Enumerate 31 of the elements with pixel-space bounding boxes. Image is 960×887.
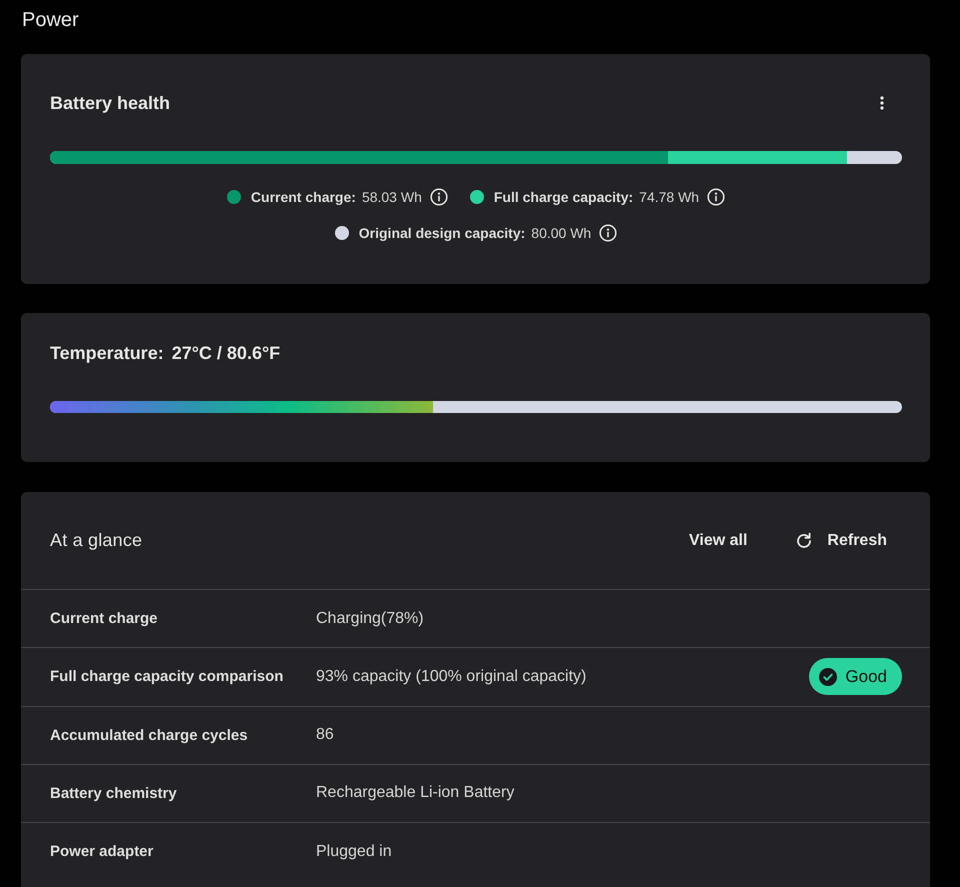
temperature-label: Temperature: xyxy=(50,342,164,364)
info-icon[interactable] xyxy=(430,188,448,206)
row-label: Accumulated charge cycles xyxy=(50,726,249,744)
row-label: Current charge xyxy=(50,610,159,628)
legend-label: Current charge: xyxy=(250,189,356,205)
more-options-icon[interactable] xyxy=(880,96,884,110)
row-label: Power adapter xyxy=(50,843,154,860)
page-title: Power xyxy=(22,8,80,33)
info-icon[interactable] xyxy=(707,188,726,206)
legend-value: 58.03 Wh xyxy=(362,189,422,205)
row-value: Plugged in xyxy=(316,842,393,861)
badge-label: Good xyxy=(845,666,887,687)
card-title: Battery health xyxy=(50,92,170,114)
legend-value: 74.78 Wh xyxy=(639,189,700,205)
refresh-label: Refresh xyxy=(827,532,887,550)
info-icon[interactable] xyxy=(599,224,618,242)
legend-value: 80.00 Wh xyxy=(531,225,592,241)
card-title: At a glance xyxy=(50,530,142,551)
refresh-button[interactable]: Refresh xyxy=(795,526,887,556)
row-value: 86 xyxy=(316,726,335,744)
check-circle-icon xyxy=(819,668,838,686)
row-value: Charging(78%) xyxy=(316,610,425,628)
legend-label: Original design capacity: xyxy=(358,225,526,241)
row-label: Full charge capacity comparison xyxy=(50,668,284,686)
temperature-value: 27°C / 80.6°F xyxy=(172,342,280,364)
row-value: Rechargeable Li-ion Battery xyxy=(316,784,516,802)
row-label: Battery chemistry xyxy=(50,784,178,802)
refresh-icon xyxy=(795,532,814,550)
legend-label: Full charge capacity: xyxy=(494,189,634,205)
row-value: 93% capacity (100% original capacity) xyxy=(316,668,588,686)
view-all-button[interactable]: View all xyxy=(689,526,748,556)
